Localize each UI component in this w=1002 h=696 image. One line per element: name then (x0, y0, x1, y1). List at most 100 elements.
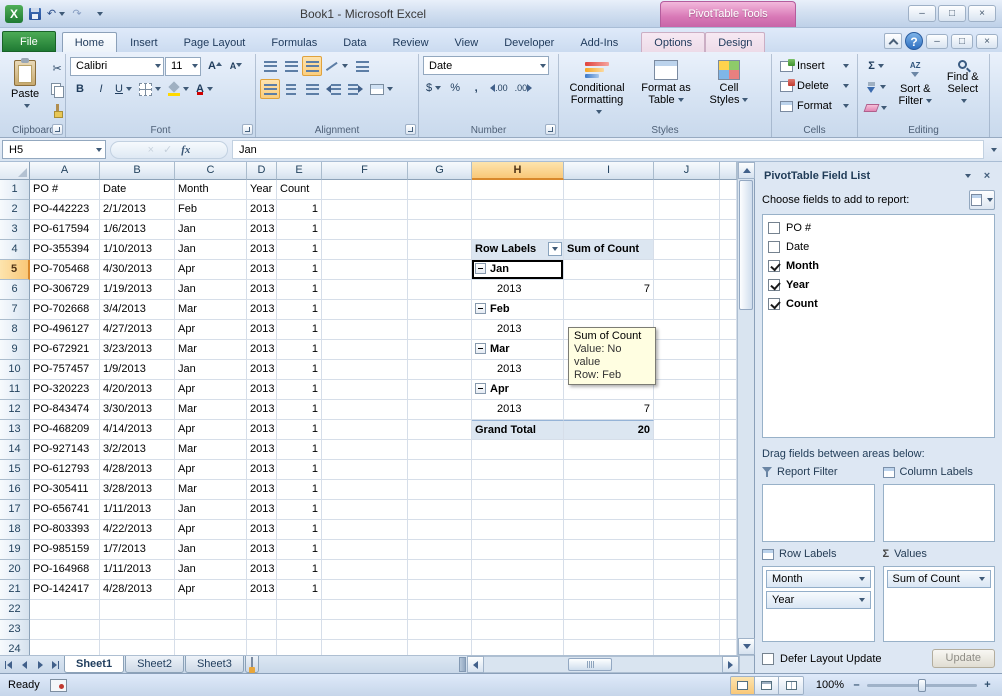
previous-sheet-button[interactable] (16, 656, 32, 673)
bold-button[interactable]: B (70, 79, 90, 99)
paste-button[interactable]: Paste (6, 56, 44, 122)
cell-B2[interactable]: 2/1/2013 (100, 200, 175, 220)
cell-B23[interactable] (100, 620, 175, 640)
row-header-4[interactable]: 4 (0, 240, 30, 260)
column-labels-area[interactable] (883, 484, 996, 542)
clear-button[interactable] (862, 98, 890, 118)
cell-D5[interactable]: 2013 (247, 260, 277, 280)
cell-H22[interactable] (472, 600, 564, 620)
cell-F8[interactable] (322, 320, 408, 340)
cell-I24[interactable] (564, 640, 654, 655)
cell-B11[interactable]: 4/20/2013 (100, 380, 175, 400)
cell-I12[interactable]: 7 (564, 400, 654, 420)
cell-G5[interactable] (408, 260, 472, 280)
cell-A12[interactable]: PO-843474 (30, 400, 100, 420)
alignment-dialog-launcher[interactable] (405, 124, 416, 135)
insert-cells-button[interactable]: Insert (776, 56, 853, 76)
cell-I2[interactable] (564, 200, 654, 220)
grow-font-button[interactable]: A (202, 56, 222, 76)
zoom-in-button[interactable]: + (981, 679, 994, 691)
pivot-field-button-month[interactable]: Month (766, 570, 871, 588)
column-header-h[interactable]: H (472, 162, 564, 180)
sheet-tab-sheet2[interactable]: Sheet2 (125, 656, 184, 673)
decrease-indent-button[interactable] (323, 79, 344, 99)
cell-E5[interactable]: 1 (277, 260, 322, 280)
cell-D6[interactable]: 2013 (247, 280, 277, 300)
cell-D22[interactable] (247, 600, 277, 620)
field-item-date[interactable]: Date (765, 237, 992, 256)
collapse-button[interactable] (475, 263, 486, 274)
values-area[interactable]: Sum of Count (883, 566, 996, 642)
cell-E8[interactable]: 1 (277, 320, 322, 340)
cell-H19[interactable] (472, 540, 564, 560)
format-cells-button[interactable]: Format (776, 96, 853, 116)
cell-C7[interactable]: Mar (175, 300, 247, 320)
horizontal-scroll-thumb[interactable] (568, 658, 612, 671)
cell-H4[interactable]: Row Labels (472, 240, 564, 260)
cell-D15[interactable]: 2013 (247, 460, 277, 480)
cell-I15[interactable] (564, 460, 654, 480)
row-header-16[interactable]: 16 (0, 480, 30, 500)
clipboard-dialog-launcher[interactable] (52, 124, 63, 135)
cell-C1[interactable]: Month (175, 180, 247, 200)
cell-B7[interactable]: 3/4/2013 (100, 300, 175, 320)
cell-G15[interactable] (408, 460, 472, 480)
ribbon-tab-file[interactable]: File (2, 31, 56, 52)
ribbon-tab-data[interactable]: Data (330, 32, 379, 52)
enter-icon[interactable]: ✓ (163, 143, 172, 156)
excel-app-icon[interactable]: X (5, 5, 23, 23)
row-header-10[interactable]: 10 (0, 360, 30, 380)
cell-B22[interactable] (100, 600, 175, 620)
ribbon-tab-page-layout[interactable]: Page Layout (171, 32, 259, 52)
cell-D16[interactable]: 2013 (247, 480, 277, 500)
cell-I5[interactable] (564, 260, 654, 280)
cell-E17[interactable]: 1 (277, 500, 322, 520)
comma-style-button[interactable]: , (466, 78, 486, 98)
cell-E21[interactable]: 1 (277, 580, 322, 600)
pane-close-button[interactable]: × (978, 168, 996, 184)
sheet-tab-sheet3[interactable]: Sheet3 (185, 656, 244, 673)
insert-worksheet-button[interactable] (245, 656, 259, 673)
cell-J24[interactable] (654, 640, 720, 655)
cell-B19[interactable]: 1/7/2013 (100, 540, 175, 560)
cell-E11[interactable]: 1 (277, 380, 322, 400)
macro-record-button[interactable] (50, 679, 67, 692)
cell-D8[interactable]: 2013 (247, 320, 277, 340)
cut-button[interactable]: ✂ (47, 58, 67, 78)
fill-color-button[interactable] (165, 79, 192, 99)
save-button[interactable] (26, 5, 44, 22)
cell-G23[interactable] (408, 620, 472, 640)
cell-D12[interactable]: 2013 (247, 400, 277, 420)
cell-E3[interactable]: 1 (277, 220, 322, 240)
pivot-field-button-year[interactable]: Year (766, 591, 871, 609)
cell-D18[interactable]: 2013 (247, 520, 277, 540)
row-header-24[interactable]: 24 (0, 640, 30, 655)
cell-H21[interactable] (472, 580, 564, 600)
cell-I20[interactable] (564, 560, 654, 580)
cell-I7[interactable] (564, 300, 654, 320)
cell-A14[interactable]: PO-927143 (30, 440, 100, 460)
wrap-text-button[interactable] (352, 56, 372, 76)
cell-G9[interactable] (408, 340, 472, 360)
font-size-combo[interactable]: 11 (165, 57, 201, 76)
cell-J4[interactable] (654, 240, 720, 260)
cell-B8[interactable]: 4/27/2013 (100, 320, 175, 340)
align-middle-button[interactable] (281, 56, 301, 76)
ribbon-tab-design[interactable]: Design (705, 32, 765, 52)
cell-F23[interactable] (322, 620, 408, 640)
underline-button[interactable]: U (112, 79, 135, 99)
row-header-23[interactable]: 23 (0, 620, 30, 640)
decrease-decimal-button[interactable]: .00 (512, 78, 536, 98)
ribbon-tab-view[interactable]: View (442, 32, 492, 52)
ribbon-tab-review[interactable]: Review (379, 32, 441, 52)
cell-J8[interactable] (654, 320, 720, 340)
cell-F16[interactable] (322, 480, 408, 500)
cell-G24[interactable] (408, 640, 472, 655)
row-header-19[interactable]: 19 (0, 540, 30, 560)
cell-J16[interactable] (654, 480, 720, 500)
cell-G2[interactable] (408, 200, 472, 220)
ribbon-tab-insert[interactable]: Insert (117, 32, 171, 52)
cell-C17[interactable]: Jan (175, 500, 247, 520)
shrink-font-button[interactable]: A (223, 56, 243, 76)
cell-I21[interactable] (564, 580, 654, 600)
